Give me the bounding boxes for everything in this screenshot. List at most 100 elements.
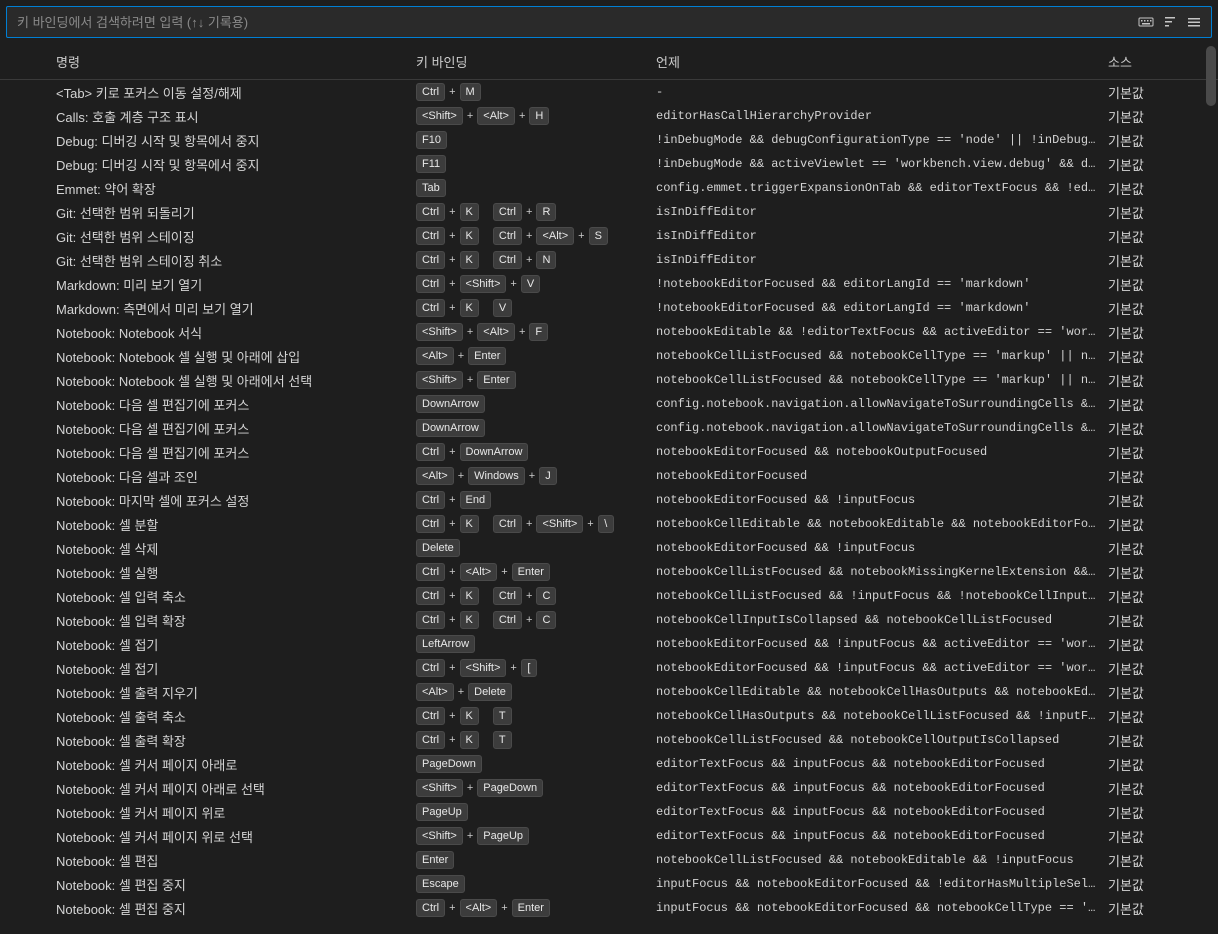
table-row[interactable]: Notebook: 셀 커서 페이지 위로 선택<Shift>+PageUped… [0,824,1218,848]
table-row[interactable]: Git: 선택한 범위 되돌리기Ctrl+KCtrl+RisInDiffEdit… [0,200,1218,224]
table-row[interactable]: Notebook: 셀 출력 축소Ctrl+KTnotebookCellHasO… [0,704,1218,728]
when-condition: notebookEditorFocused [656,469,1108,483]
table-row[interactable]: Notebook: 셀 커서 페이지 위로PageUpeditorTextFoc… [0,800,1218,824]
keybinding: Ctrl+DownArrow [416,443,656,461]
key: Ctrl [416,443,445,461]
key: Ctrl [416,611,445,629]
table-row[interactable]: Notebook: 셀 편집EnternotebookCellListFocus… [0,848,1218,872]
key: K [460,203,479,221]
record-keys-icon[interactable] [1137,13,1155,31]
search-bar[interactable] [6,6,1212,38]
key: \ [598,515,614,533]
table-row[interactable]: Notebook: 셀 입력 확장Ctrl+KCtrl+CnotebookCel… [0,608,1218,632]
key: Ctrl [416,251,445,269]
table-row[interactable]: Notebook: 다음 셀과 조인<Alt>+Windows+Jnoteboo… [0,464,1218,488]
table-row[interactable]: Notebook: 셀 접기LeftArrownotebookEditorFoc… [0,632,1218,656]
keybinding: Delete [416,539,656,557]
command-label: Notebook: Notebook 셀 실행 및 아래에 삽입 [56,347,416,366]
when-condition: notebookEditorFocused && !inputFocus && … [656,661,1108,675]
table-row[interactable]: Notebook: 셀 입력 축소Ctrl+KCtrl+CnotebookCel… [0,584,1218,608]
table-row[interactable]: <Tab> 키로 포커스 이동 설정/해제Ctrl+M-기본값 [0,80,1218,104]
header-source[interactable]: 소스 [1108,52,1218,71]
table-row[interactable]: Git: 선택한 범위 스테이징Ctrl+KCtrl+<Alt>+SisInDi… [0,224,1218,248]
table-row[interactable]: Notebook: 셀 출력 지우기<Alt>+DeletenotebookCe… [0,680,1218,704]
command-label: Notebook: 다음 셀과 조인 [56,467,416,486]
key: K [460,227,479,245]
table-row[interactable]: Notebook: 다음 셀 편집기에 포커스DownArrowconfig.n… [0,416,1218,440]
when-condition: !inDebugMode && activeViewlet == 'workbe… [656,157,1108,171]
keybinding: F10 [416,131,656,149]
when-condition: notebookEditorFocused && !inputFocus [656,541,1108,555]
table-row[interactable]: Notebook: 셀 삭제Delete notebookEditorFocuse… [0,536,1218,560]
header-command[interactable]: 명령 [56,52,416,71]
table-row[interactable]: Notebook: 셀 실행Ctrl+<Alt>+EnternotebookCe… [0,560,1218,584]
when-condition: editorHasCallHierarchyProvider [656,109,1108,123]
key: Ctrl [493,587,522,605]
table-row[interactable]: Notebook: Notebook 셀 실행 및 아래에서 선택<Shift>… [0,368,1218,392]
sort-icon[interactable] [1161,13,1179,31]
when-condition: notebookCellListFocused && notebookEdita… [656,853,1108,867]
source-label: 기본값 [1108,587,1218,606]
key: Ctrl [416,563,445,581]
key: <Alt> [477,323,515,341]
key: Delete [416,539,460,557]
key: Ctrl [416,515,445,533]
table-row[interactable]: Debug: 디버깅 시작 및 항목에서 중지F11!inDebugMode &… [0,152,1218,176]
table-row[interactable]: Notebook: 셀 출력 확장Ctrl+KTnotebookCellList… [0,728,1218,752]
key: F10 [416,131,447,149]
table-row[interactable]: Debug: 디버깅 시작 및 항목에서 중지F10!inDebugMode &… [0,128,1218,152]
key: J [539,467,557,485]
key: <Shift> [460,275,507,293]
source-label: 기본값 [1108,443,1218,462]
key: Enter [512,899,550,917]
scrollbar[interactable] [1206,46,1216,106]
header-binding[interactable]: 키 바인딩 [416,52,656,71]
table-row[interactable]: Calls: 호출 계층 구조 표시<Shift>+<Alt>+HeditorH… [0,104,1218,128]
key: DownArrow [460,443,529,461]
command-label: Markdown: 미리 보기 열기 [56,275,416,294]
table-row[interactable]: Notebook: 셀 접기Ctrl+<Shift>+[notebookEdit… [0,656,1218,680]
table-row[interactable]: Notebook: 셀 분할Ctrl+KCtrl+<Shift>+\notebo… [0,512,1218,536]
table-row[interactable]: Notebook: 다음 셀 편집기에 포커스DownArrowconfig.n… [0,392,1218,416]
keybinding: Ctrl+<Alt>+Enter [416,563,656,581]
when-condition: inputFocus && notebookEditorFocused && n… [656,901,1108,915]
command-label: Notebook: 셀 삭제 [56,539,416,558]
when-condition: notebookCellListFocused && notebookCellO… [656,733,1108,747]
table-row[interactable]: Notebook: 셀 편집 중지Ctrl+<Alt>+EnterinputFo… [0,896,1218,920]
table-row[interactable]: Notebook: 셀 편집 중지EscapeinputFocus && not… [0,872,1218,896]
when-condition: isInDiffEditor [656,229,1108,243]
keybinding: Ctrl+KT [416,731,656,749]
keybinding: DownArrow [416,419,656,437]
key: Ctrl [416,275,445,293]
when-condition: notebookEditorFocused && !inputFocus && … [656,637,1108,651]
key: <Shift> [416,323,463,341]
table-row[interactable]: Notebook: Notebook 서식<Shift>+<Alt>+Fnote… [0,320,1218,344]
when-condition: !notebookEditorFocused && editorLangId =… [656,301,1108,315]
command-label: Notebook: 셀 출력 지우기 [56,683,416,702]
keybinding: Ctrl+<Shift>+[ [416,659,656,677]
table-row[interactable]: Markdown: 측면에서 미리 보기 열기Ctrl+KV!notebookE… [0,296,1218,320]
source-label: 기본값 [1108,683,1218,702]
keybinding-rows[interactable]: <Tab> 키로 포커스 이동 설정/해제Ctrl+M-기본값Calls: 호출… [0,80,1218,934]
table-row[interactable]: Notebook: 셀 커서 페이지 아래로 선택<Shift>+PageDow… [0,776,1218,800]
table-row[interactable]: Notebook: 셀 커서 페이지 아래로PageDowneditorText… [0,752,1218,776]
table-row[interactable]: Notebook: 마지막 셀에 포커스 설정Ctrl+EndnotebookE… [0,488,1218,512]
source-label: 기본값 [1108,611,1218,630]
command-label: Notebook: 셀 커서 페이지 위로 [56,803,416,822]
table-row[interactable]: Notebook: Notebook 셀 실행 및 아래에 삽입<Alt>+En… [0,344,1218,368]
keybinding: LeftArrow [416,635,656,653]
key: Ctrl [416,299,445,317]
command-label: Git: 선택한 범위 스테이징 [56,227,416,246]
table-row[interactable]: Markdown: 미리 보기 열기Ctrl+<Shift>+V!noteboo… [0,272,1218,296]
header-when[interactable]: 언제 [656,52,1108,71]
command-label: Notebook: 셀 편집 중지 [56,899,416,918]
key: Tab [416,179,446,197]
filter-icon[interactable] [1185,13,1203,31]
table-row[interactable]: Notebook: 다음 셀 편집기에 포커스Ctrl+DownArrownot… [0,440,1218,464]
source-label: 기본값 [1108,203,1218,222]
when-condition: notebookCellEditable && notebookCellHasO… [656,685,1108,699]
keybinding: <Shift>+PageDown [416,779,656,797]
table-row[interactable]: Git: 선택한 범위 스테이징 취소Ctrl+KCtrl+NisInDiffE… [0,248,1218,272]
table-row[interactable]: Emmet: 약어 확장Tabconfig.emmet.triggerExpan… [0,176,1218,200]
search-input[interactable] [7,9,1129,36]
